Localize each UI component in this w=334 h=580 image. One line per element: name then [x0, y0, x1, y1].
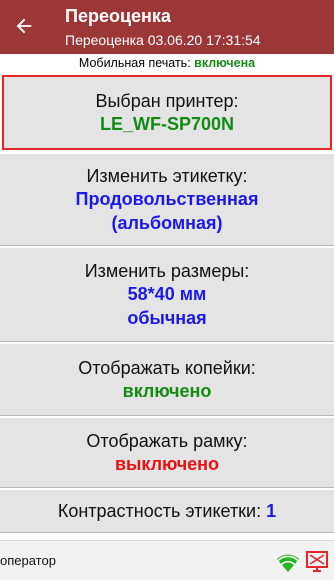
page-subtitle: Переоценка 03.06.20 17:31:54	[65, 32, 261, 48]
size-value-line1: 58*40 мм	[127, 283, 207, 304]
mobile-print-status: Мобильная печать: включена	[0, 54, 334, 72]
arrow-left-icon	[16, 18, 32, 34]
label-type-label: Изменить этикетку:	[86, 165, 248, 186]
operator-label: оператор	[0, 553, 56, 568]
mobile-print-value: включена	[194, 56, 256, 70]
size-value-line2: обычная	[127, 307, 207, 328]
printer-status-icon	[306, 551, 328, 572]
printer-label: Выбран принтер:	[95, 90, 239, 111]
kopecks-value: включено	[122, 380, 212, 401]
kopecks-label: Отображать копейки:	[78, 357, 256, 378]
contrast-value: 1	[266, 501, 277, 521]
show-kopecks-button[interactable]: Отображать копейки: включено	[0, 343, 334, 416]
frame-value: выключено	[114, 453, 220, 474]
label-contrast-button[interactable]: Контрастность этикетки: 1	[0, 489, 334, 533]
wifi-icon	[277, 554, 299, 572]
page-title: Переоценка	[65, 6, 171, 26]
contrast-label: Контрастность этикетки:	[57, 501, 267, 521]
label-type-value-line1: Продовольственная	[75, 188, 259, 209]
contrast-row: Контрастность этикетки: 1	[58, 500, 276, 522]
app-bar: Переоценка Переоценка 03.06.20 17:31:54	[0, 0, 334, 54]
size-label: Изменить размеры:	[84, 260, 250, 281]
printer-value: LE_WF-SP700N	[99, 113, 235, 134]
label-type-value-line2: (альбомная)	[111, 212, 223, 233]
change-size-button[interactable]: Изменить размеры: 58*40 мм обычная	[0, 247, 334, 342]
frame-label: Отображать рамку:	[86, 430, 248, 451]
show-frame-button[interactable]: Отображать рамку: выключено	[0, 417, 334, 488]
select-printer-button[interactable]: Выбран принтер: LE_WF-SP700N	[2, 75, 332, 150]
status-bar: оператор	[0, 540, 334, 580]
change-label-button[interactable]: Изменить этикетку: Продовольственная (ал…	[0, 153, 334, 246]
back-button[interactable]	[4, 4, 44, 48]
mobile-print-label: Мобильная печать:	[78, 56, 195, 70]
